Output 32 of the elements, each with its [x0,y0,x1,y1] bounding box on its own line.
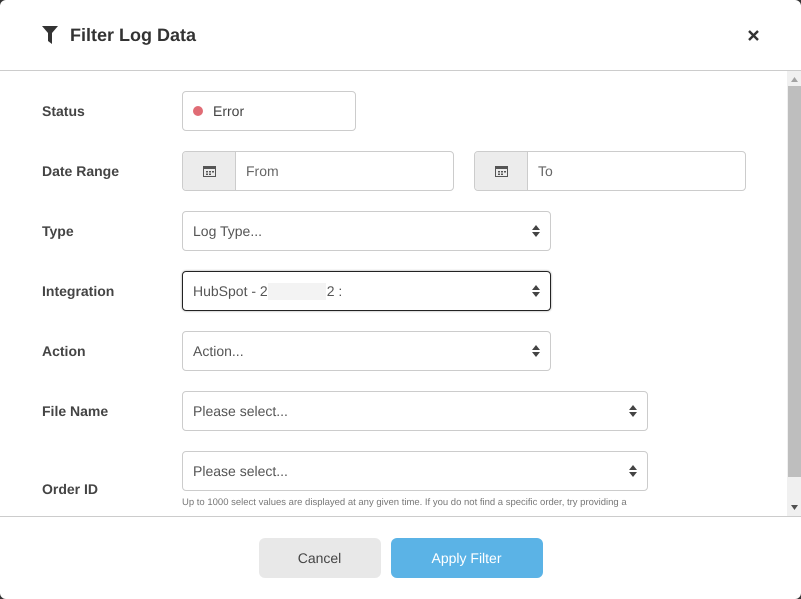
filter-icon [42,26,58,44]
help-text: Up to 1000 select values are displayed at any given time. If you do not find a specific order, try providing a [182,497,628,509]
cancel-button[interactable]: Cancel [258,538,380,578]
field-label: Type [42,222,75,241]
select-field[interactable]: Please select... [182,451,648,491]
date-field[interactable]: From [182,151,454,191]
scroll-down-icon[interactable] [790,505,798,510]
field-label: Date Range [42,162,120,181]
sort-caret-icon [629,465,637,477]
date-field[interactable]: To [474,151,746,191]
scrollbar-thumb[interactable] [788,86,800,477]
sort-caret-icon [532,345,540,357]
scrollbar[interactable] [787,71,801,516]
calendar-button[interactable] [475,152,528,190]
calendar-button[interactable] [183,152,236,190]
select-field[interactable]: Action... [182,331,551,371]
field-label: File Name [42,402,110,421]
calendar-icon [202,165,216,177]
close-icon[interactable] [748,30,759,40]
calendar-icon [494,165,508,177]
select-field[interactable]: HubSpot - 2 2 : [182,271,551,311]
dialog-title: Filter Log Data [70,24,196,47]
status-field[interactable]: Error [182,91,356,131]
sort-caret-icon [532,285,540,297]
field-label: Order ID [42,480,100,499]
field-label: Integration [42,282,116,301]
sort-caret-icon [629,405,637,417]
sort-caret-icon [532,225,540,237]
select-field[interactable]: Log Type... [182,211,551,251]
select-field[interactable]: Please select... [182,391,648,431]
field-label: Status [42,102,86,121]
field-label: Action [42,342,87,361]
